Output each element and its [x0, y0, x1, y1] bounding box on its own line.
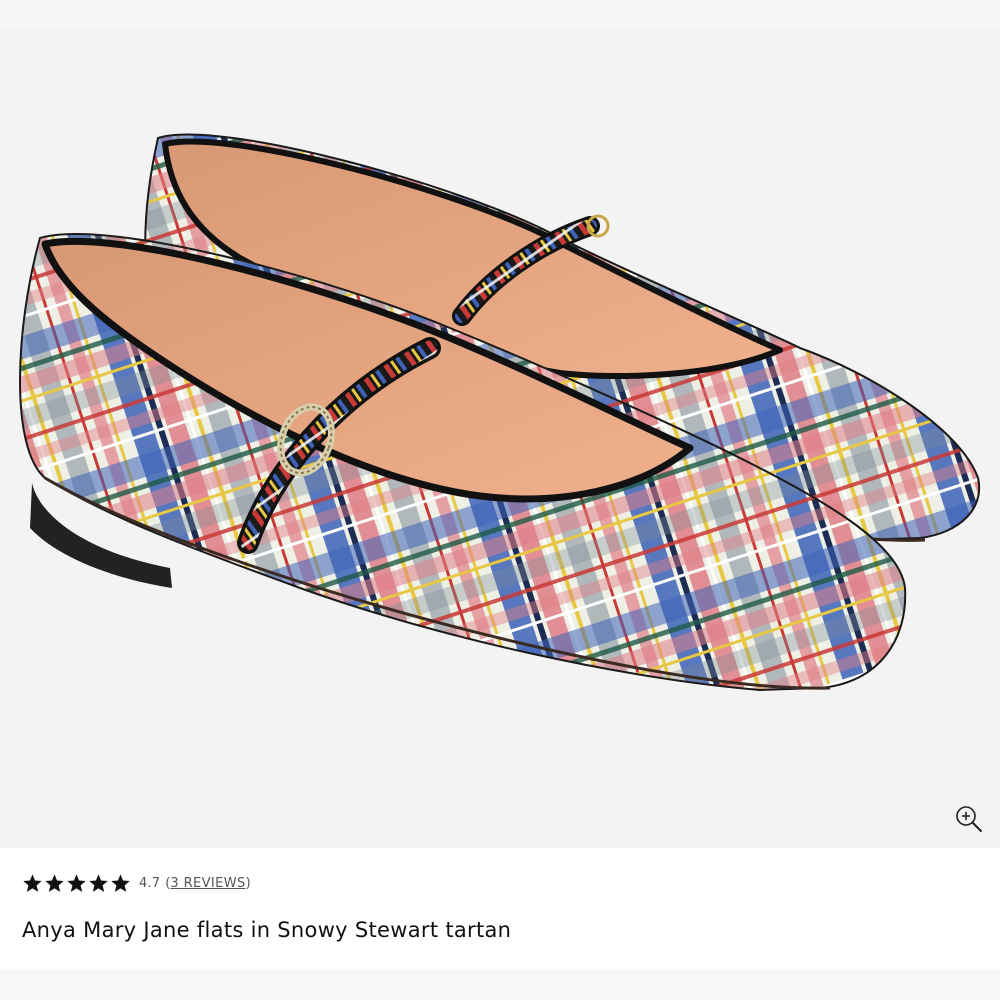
zoom-in-icon — [956, 806, 982, 832]
product-image[interactable] — [0, 28, 1000, 848]
star-icon — [45, 873, 64, 892]
zoom-button[interactable] — [954, 804, 984, 834]
reviews-close-paren: ) — [245, 875, 251, 891]
star-rating[interactable] — [22, 873, 131, 894]
star-icon — [89, 873, 108, 892]
shoe-illustration — [19, 133, 981, 692]
product-title[interactable]: Anya Mary Jane flats in Snowy Stewart ta… — [22, 918, 511, 942]
bottom-strip — [0, 970, 1000, 1000]
reviews-link[interactable]: 3 REVIEWS — [170, 876, 245, 891]
rating-row: 4.7 (3 REVIEWS) — [22, 872, 251, 894]
rating-value: 4.7 — [139, 875, 161, 891]
star-icon — [67, 873, 86, 892]
star-icon — [111, 873, 130, 892]
top-strip — [0, 0, 1000, 28]
star-icon — [23, 873, 42, 892]
